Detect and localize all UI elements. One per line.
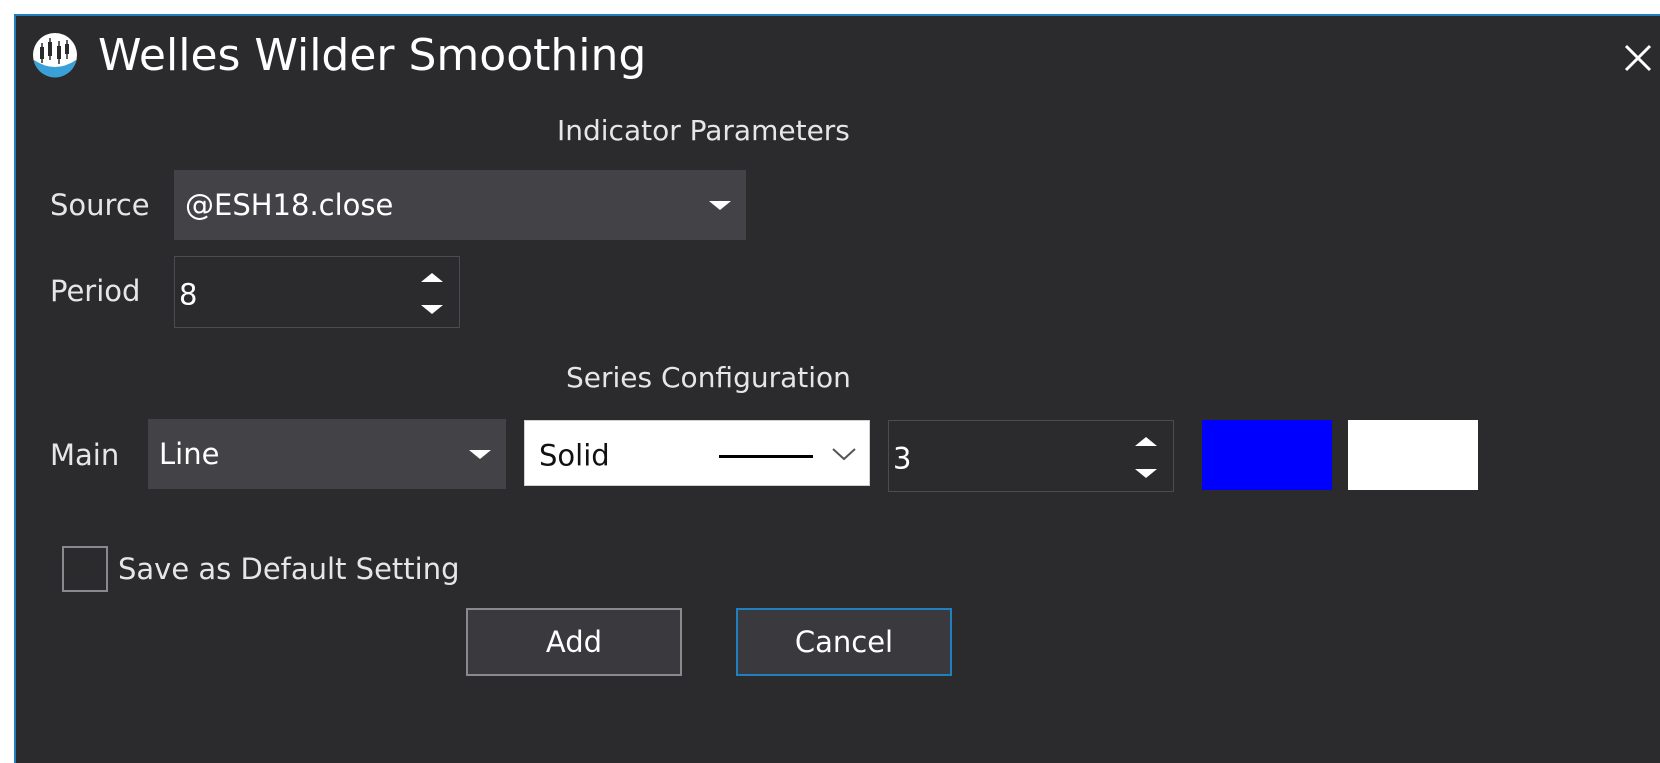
plot-type-value: Line bbox=[159, 437, 220, 471]
chevron-down-icon bbox=[709, 201, 731, 210]
line-style-value: Solid bbox=[539, 438, 610, 473]
secondary-color-swatch[interactable] bbox=[1348, 420, 1478, 490]
spin-up-icon[interactable] bbox=[421, 273, 443, 282]
title-bar: Welles Wilder Smoothing bbox=[16, 16, 1660, 86]
period-label: Period bbox=[50, 274, 141, 308]
line-width-spinner[interactable]: 3 bbox=[888, 420, 1174, 492]
line-style-dropdown[interactable]: Solid bbox=[524, 420, 870, 486]
series-configuration-heading: Series Configuration bbox=[566, 361, 851, 394]
period-spinner[interactable]: 8 bbox=[174, 256, 460, 328]
main-series-label: Main bbox=[50, 438, 120, 472]
save-default-checkbox[interactable] bbox=[62, 546, 108, 592]
save-default-label: Save as Default Setting bbox=[118, 552, 460, 586]
source-label: Source bbox=[50, 188, 150, 222]
source-value: @ESH18.close bbox=[185, 188, 394, 222]
primary-color-swatch[interactable] bbox=[1202, 420, 1332, 490]
line-style-preview bbox=[719, 455, 813, 458]
spin-up-icon[interactable] bbox=[1135, 437, 1157, 446]
period-value: 8 bbox=[179, 277, 198, 312]
spin-down-icon[interactable] bbox=[1135, 469, 1157, 478]
cancel-button[interactable]: Cancel bbox=[736, 608, 952, 676]
plot-type-dropdown[interactable]: Line bbox=[148, 419, 506, 489]
indicator-dialog: Welles Wilder Smoothing Indicator Parame… bbox=[14, 14, 1660, 763]
line-width-value: 3 bbox=[893, 441, 912, 476]
indicator-parameters-heading: Indicator Parameters bbox=[557, 114, 850, 147]
chevron-down-icon bbox=[469, 450, 491, 459]
candlestick-chart-icon bbox=[33, 33, 77, 78]
dialog-title: Welles Wilder Smoothing bbox=[98, 30, 647, 81]
source-dropdown[interactable]: @ESH18.close bbox=[174, 170, 746, 240]
chevron-down-icon bbox=[832, 448, 856, 461]
add-button[interactable]: Add bbox=[466, 608, 682, 676]
spin-down-icon[interactable] bbox=[421, 305, 443, 314]
close-icon[interactable] bbox=[1618, 38, 1658, 78]
